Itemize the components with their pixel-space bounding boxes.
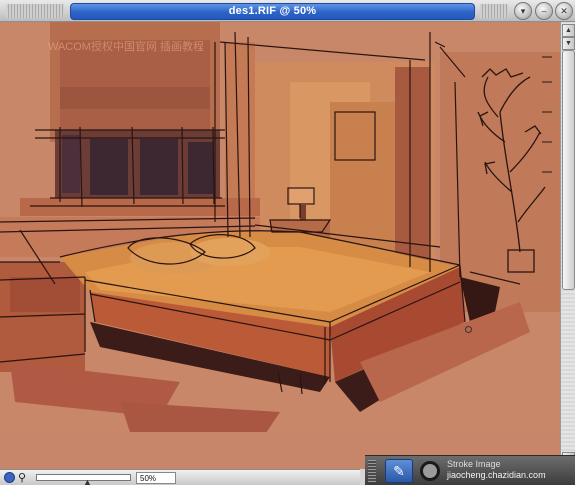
- scrollbar-thumb[interactable]: [562, 50, 575, 290]
- chevron-down-icon: ▾: [520, 5, 526, 16]
- dock-grip[interactable]: [368, 460, 376, 482]
- collapse-button[interactable]: ▾: [514, 2, 532, 20]
- painting-canvas[interactable]: WACOM授权中国官网 插画教程: [0, 22, 560, 469]
- titlebar-grip-left: [6, 4, 64, 18]
- brush-tool-button[interactable]: ✎: [385, 459, 413, 483]
- site-watermark: jiaocheng.chazidian.com: [447, 470, 546, 480]
- minimize-button[interactable]: –: [535, 2, 553, 20]
- brush-tool-dock: ✎ Stroke Image jiaocheng.chazidian.com: [365, 455, 575, 485]
- zoom-slider[interactable]: ▲: [36, 474, 131, 485]
- status-bar: ⚲ ▲ 50%: [0, 469, 360, 485]
- bedroom-sketch-painting: [0, 22, 560, 469]
- zoom-level-field[interactable]: 50%: [136, 472, 176, 484]
- scroll-down-arrow-icon[interactable]: ▼: [562, 37, 575, 50]
- magnifier-icon[interactable]: ⚲: [18, 471, 26, 484]
- window-title: des1.RIF @ 50%: [228, 5, 317, 17]
- brush-cursor-icon: [465, 326, 472, 333]
- brush-icon: ✎: [393, 463, 405, 479]
- titlebar-center: des1.RIF @ 50%: [70, 3, 475, 20]
- close-icon: ✕: [560, 5, 568, 16]
- minimize-icon: –: [541, 5, 547, 16]
- titlebar-grip-right: [480, 4, 508, 18]
- window-titlebar[interactable]: des1.RIF @ 50% ▾ – ✕: [0, 0, 575, 22]
- scroll-up-arrow-icon[interactable]: ▲: [562, 24, 575, 37]
- close-button[interactable]: ✕: [555, 2, 573, 20]
- dock-info-text: Stroke Image: [447, 459, 501, 469]
- vertical-scrollbar[interactable]: ▲ ▼ ▼: [560, 22, 575, 469]
- zoom-icon[interactable]: [4, 472, 15, 483]
- circle-brush-icon[interactable]: [420, 461, 440, 481]
- canvas-watermark: WACOM授权中国官网 插画教程: [48, 41, 205, 53]
- zoom-slider-thumb[interactable]: ▲: [83, 475, 92, 485]
